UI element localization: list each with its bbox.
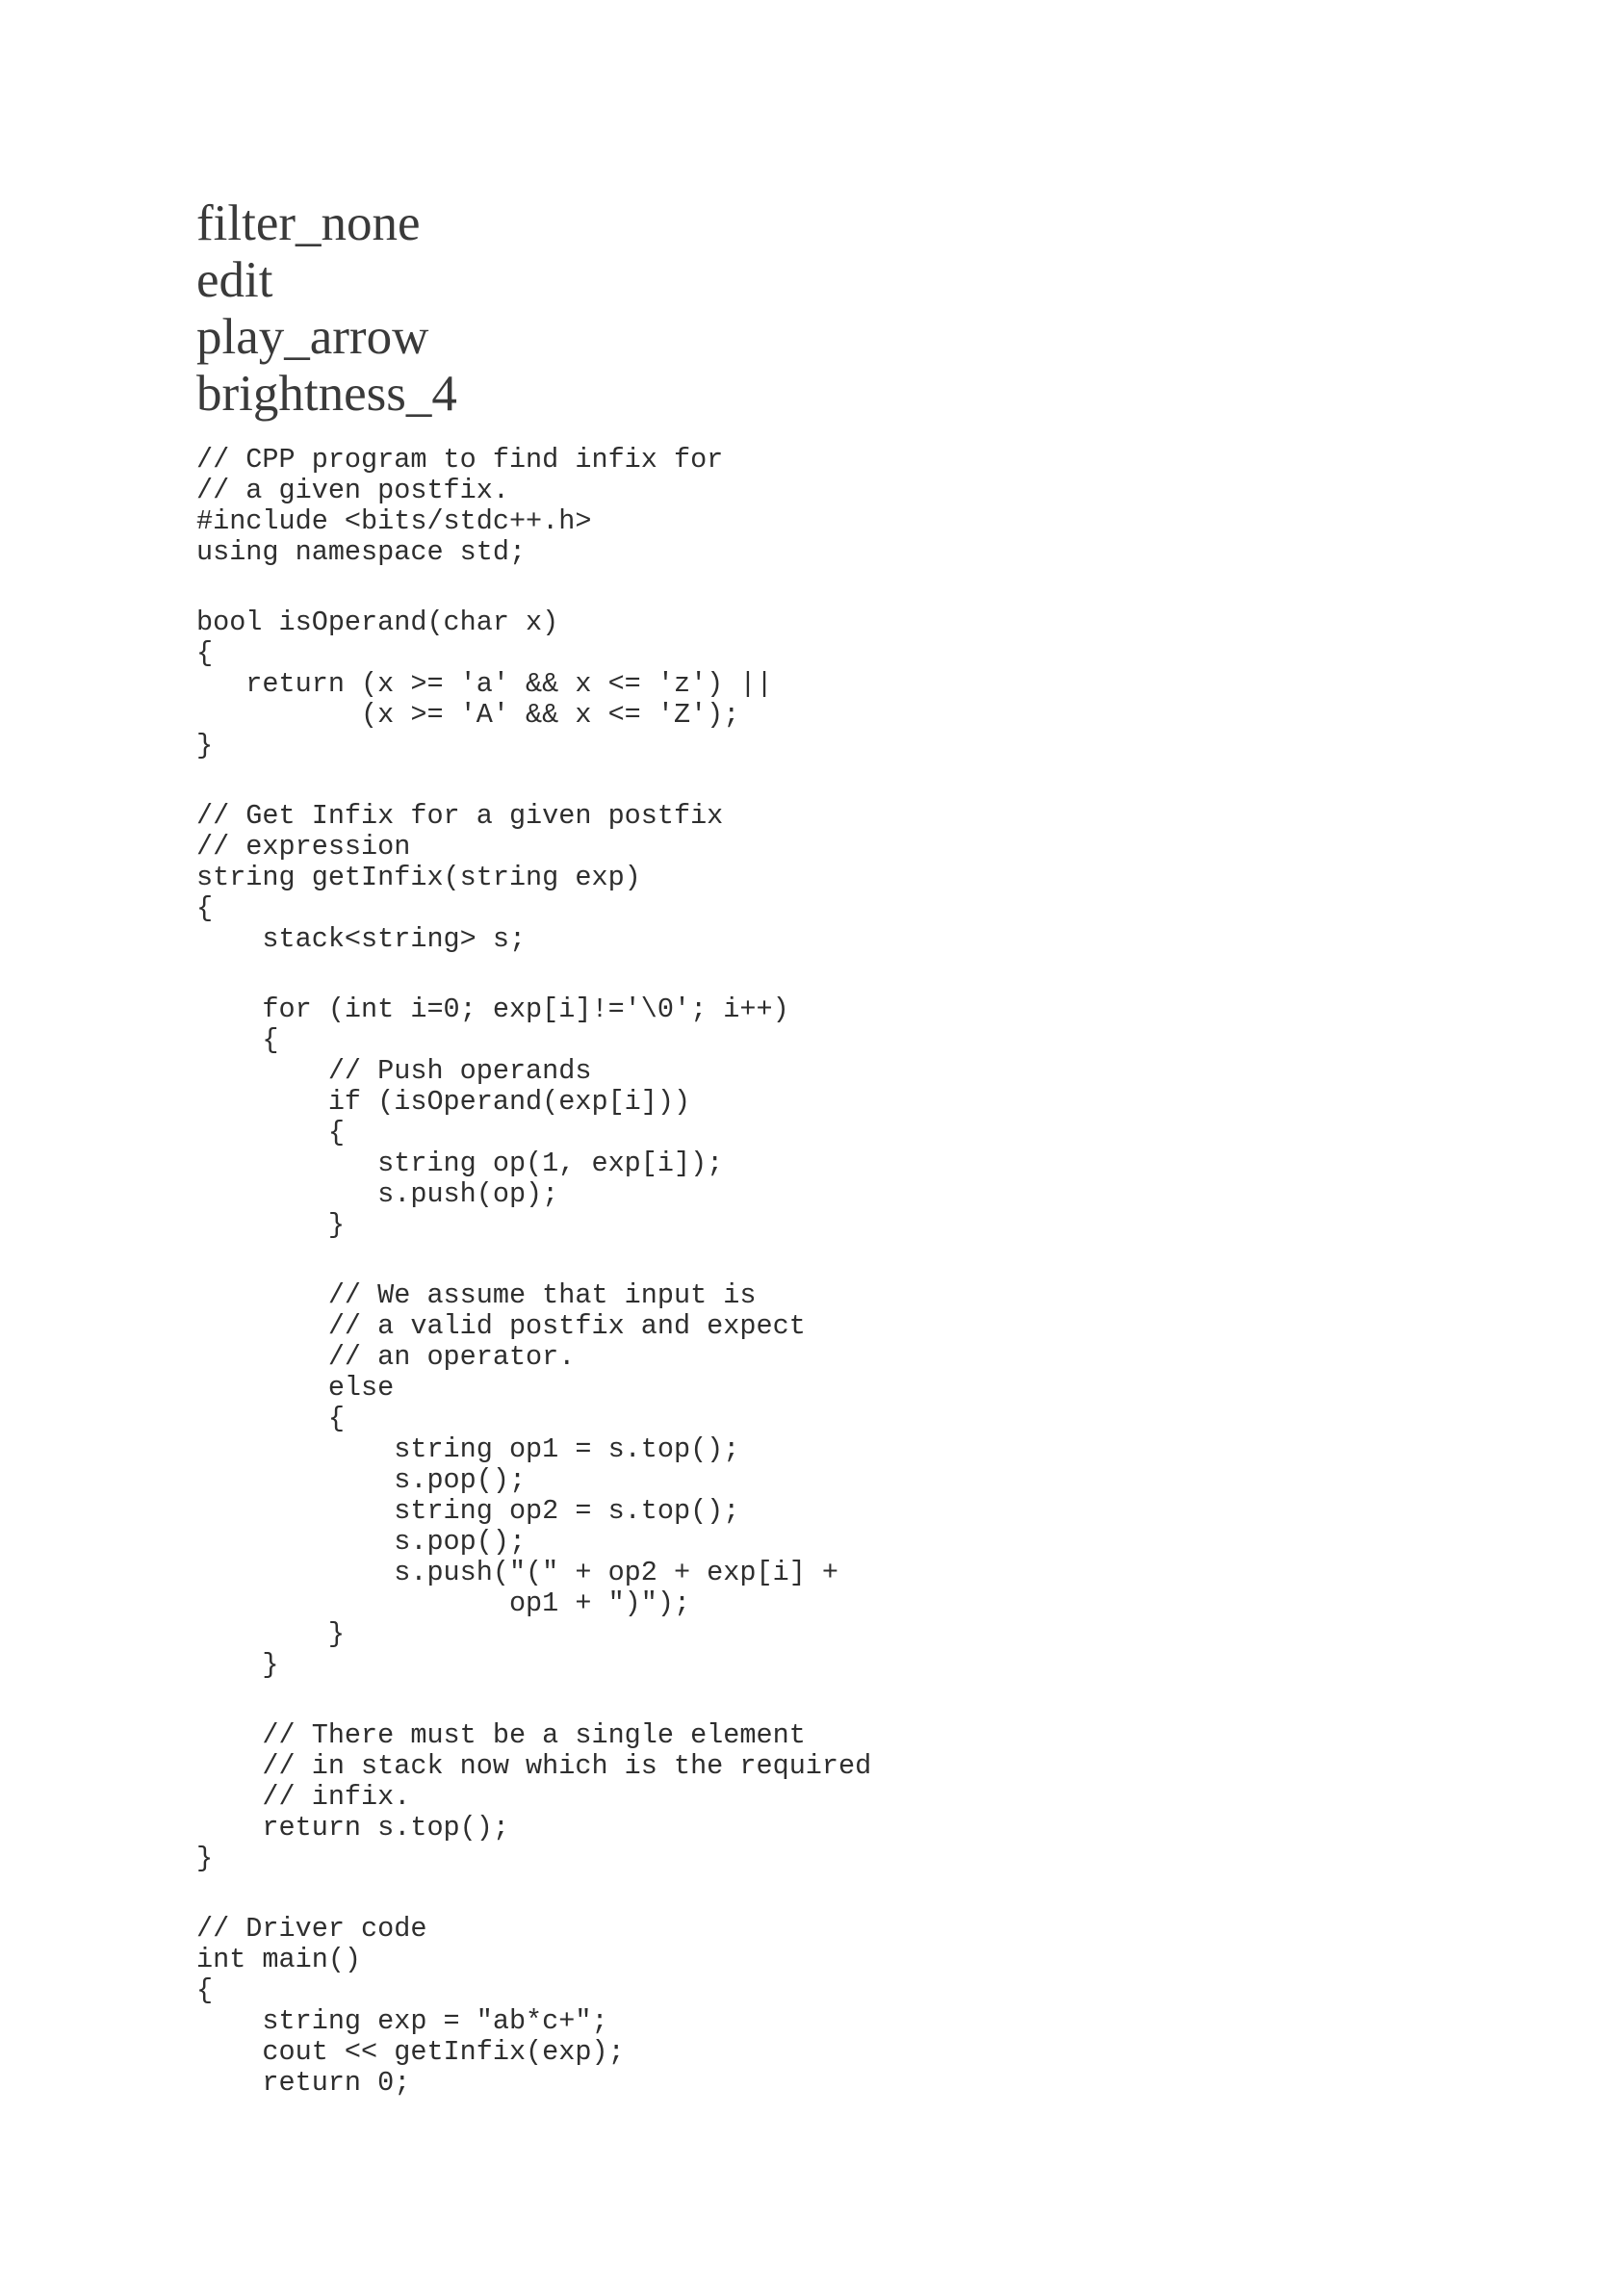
code-line: for (int i=0; exp[i]!='\0'; i++) <box>196 993 789 1025</box>
code-line: #include <bits/stdc++.h> <box>196 505 592 537</box>
code-line: // Driver code <box>196 1913 427 1945</box>
code-line: cout << getInfix(exp); <box>196 2036 625 2068</box>
code-line: if (isOperand(exp[i])) <box>196 1086 691 1118</box>
code-line: op1 + ")"); <box>196 1587 691 1619</box>
code-line: return 0; <box>196 2067 411 2099</box>
code-line: int main() <box>196 1944 362 1975</box>
code-line: // Push operands <box>196 1055 592 1087</box>
code-line: // We assume that input is <box>196 1279 757 1311</box>
code-line: } <box>196 1618 345 1650</box>
code-line: // CPP program to find infix for <box>196 444 724 476</box>
code-line: // There must be a single element <box>196 1719 806 1751</box>
code-line: { <box>196 1974 214 2006</box>
code-line: string exp = "ab*c+"; <box>196 2005 608 2037</box>
code-line: } <box>196 730 214 761</box>
code-line: s.pop(); <box>196 1526 527 1558</box>
code-line: s.push("(" + op2 + exp[i] + <box>196 1557 839 1588</box>
code-line: string op2 = s.top(); <box>196 1495 740 1527</box>
code-line: return s.top(); <box>196 1812 509 1844</box>
code-line: string op(1, exp[i]); <box>196 1148 724 1179</box>
code-line: return (x >= 'a' && x <= 'z') || <box>196 668 773 700</box>
code-line: { <box>196 1403 345 1434</box>
code-line: else <box>196 1372 395 1404</box>
code-line: stack<string> s; <box>196 923 527 955</box>
document-page: filter_none edit play_arrow brightness_4… <box>0 0 1623 2296</box>
code-line: { <box>196 1117 345 1148</box>
code-line: // Get Infix for a given postfix <box>196 800 724 832</box>
code-block: // CPP program to find infix for // a gi… <box>196 0 1448 2296</box>
code-line: s.push(op); <box>196 1178 559 1210</box>
code-line: } <box>196 1209 345 1241</box>
code-line: bool isOperand(char x) <box>196 606 559 638</box>
code-line: // in stack now which is the required <box>196 1750 872 1782</box>
code-line: // a valid postfix and expect <box>196 1310 806 1342</box>
code-line: // a given postfix. <box>196 475 509 506</box>
code-line: { <box>196 637 214 669</box>
code-line: { <box>196 892 214 924</box>
code-line: } <box>196 1843 214 1874</box>
code-line: (x >= 'A' && x <= 'Z'); <box>196 699 740 731</box>
code-line: string getInfix(string exp) <box>196 862 641 893</box>
code-line: string op1 = s.top(); <box>196 1433 740 1465</box>
code-line: s.pop(); <box>196 1464 527 1496</box>
code-line: // infix. <box>196 1781 411 1813</box>
code-line: // expression <box>196 831 411 863</box>
code-line: { <box>196 1024 279 1056</box>
code-line: using namespace std; <box>196 536 527 568</box>
code-line: } <box>196 1649 279 1681</box>
code-line: // an operator. <box>196 1341 576 1373</box>
